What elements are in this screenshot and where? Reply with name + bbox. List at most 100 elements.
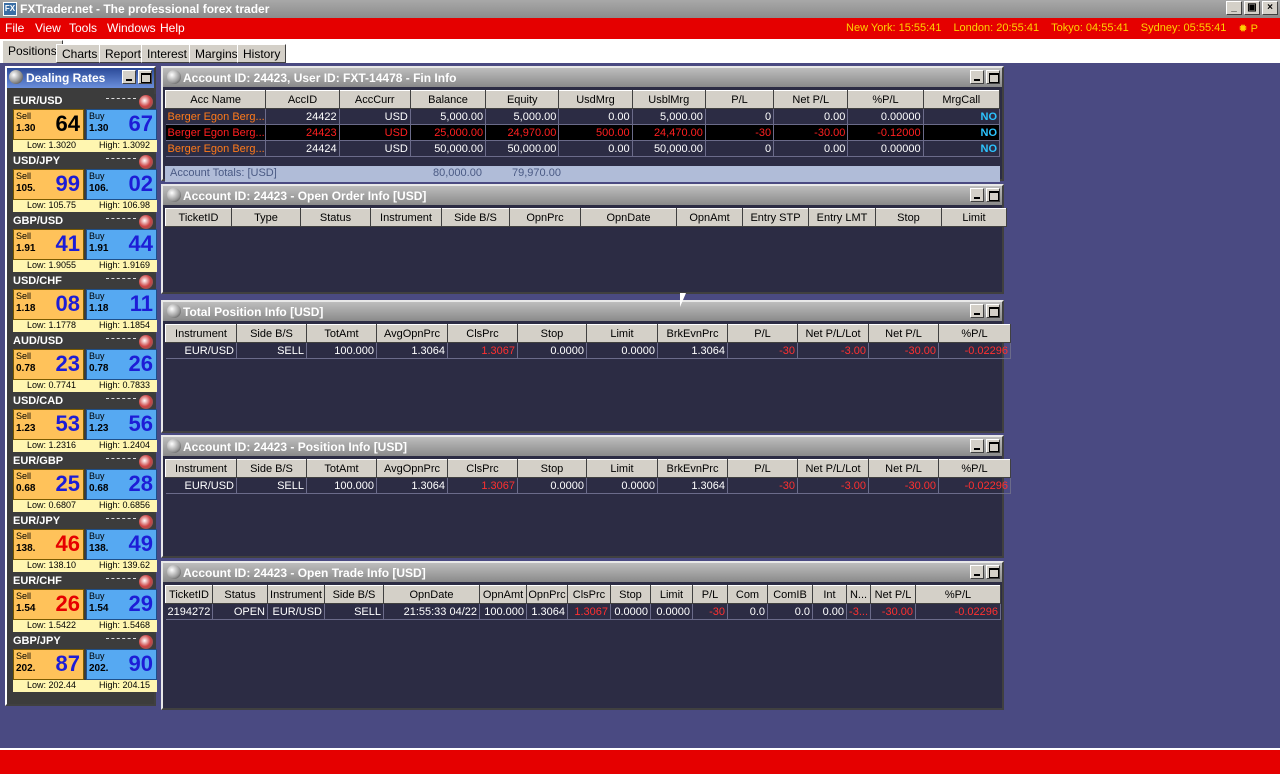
tab-report[interactable]: Report xyxy=(99,44,148,63)
pair-indicator-icon[interactable] xyxy=(139,635,153,649)
column-header[interactable]: Side B/S xyxy=(236,459,307,478)
column-header[interactable]: ComIB xyxy=(767,585,813,604)
table-row[interactable]: 2194272 OPEN EUR/USD SELL 21:55:33 04/22 100.… xyxy=(165,603,1001,620)
table-row[interactable]: Berger Egon Berg... 24422 USD 5,000.00 5,000… xyxy=(165,108,1001,125)
sell-button[interactable]: Sell 138. 46 xyxy=(13,529,84,560)
column-header[interactable]: OpnDate xyxy=(580,208,677,227)
column-header[interactable]: N... xyxy=(846,585,871,604)
maximize-icon[interactable] xyxy=(986,188,1000,202)
sell-button[interactable]: Sell 105. 99 xyxy=(13,169,84,200)
column-header[interactable]: P/L xyxy=(727,324,798,343)
pair-indicator-icon[interactable] xyxy=(139,575,153,589)
column-header[interactable]: Net P/L/Lot xyxy=(797,459,869,478)
minimize-icon[interactable] xyxy=(970,188,984,202)
menu-tools[interactable]: Tools xyxy=(69,21,97,35)
minimize-icon[interactable] xyxy=(970,70,984,84)
table-row[interactable]: EUR/USD SELL 100.000 1.3064 1.3067 0.0000 0.00… xyxy=(165,477,1011,494)
column-header[interactable]: Side B/S xyxy=(324,585,384,604)
buy-button[interactable]: Buy 138. 49 xyxy=(86,529,157,560)
column-header[interactable]: OpnAmt xyxy=(676,208,743,227)
sell-button[interactable]: Sell 1.30 64 xyxy=(13,109,84,140)
column-header[interactable]: AvgOpnPrc xyxy=(376,324,448,343)
menu-help[interactable]: Help xyxy=(160,21,185,35)
pair-indicator-icon[interactable] xyxy=(139,155,153,169)
column-header[interactable]: Acc Name xyxy=(164,90,267,109)
table-row[interactable]: Berger Egon Berg... 24424 USD 50,000.00 50,0… xyxy=(165,140,1001,157)
column-header[interactable]: Net P/L xyxy=(868,459,939,478)
column-header[interactable]: TotAmt xyxy=(306,324,377,343)
column-header[interactable]: OpnPrc xyxy=(526,585,568,604)
maximize-icon[interactable] xyxy=(138,70,152,84)
column-header[interactable]: Int xyxy=(812,585,847,604)
restore-button[interactable]: ▣ xyxy=(1244,1,1260,15)
column-header[interactable]: Net P/L/Lot xyxy=(797,324,869,343)
column-header[interactable]: OpnDate xyxy=(383,585,480,604)
column-header[interactable]: Stop xyxy=(875,208,942,227)
column-header[interactable]: Net P/L xyxy=(870,585,916,604)
column-header[interactable]: Equity xyxy=(485,90,560,109)
sell-button[interactable]: Sell 1.91 41 xyxy=(13,229,84,260)
buy-button[interactable]: Buy 1.91 44 xyxy=(86,229,157,260)
column-header[interactable]: UsdMrg xyxy=(558,90,633,109)
tab-history[interactable]: History xyxy=(237,44,287,63)
column-header[interactable]: Net P/L xyxy=(868,324,939,343)
pair-indicator-icon[interactable] xyxy=(139,395,153,409)
column-header[interactable]: MrgCall xyxy=(922,90,1001,109)
column-header[interactable]: %P/L xyxy=(938,324,1011,343)
buy-button[interactable]: Buy 1.30 67 xyxy=(86,109,157,140)
sell-button[interactable]: Sell 0.68 25 xyxy=(13,469,84,500)
column-header[interactable]: %P/L xyxy=(915,585,1001,604)
sell-button[interactable]: Sell 1.18 08 xyxy=(13,289,84,320)
buy-button[interactable]: Buy 1.18 11 xyxy=(86,289,157,320)
column-header[interactable]: Instrument xyxy=(267,585,325,604)
column-header[interactable]: OpnAmt xyxy=(479,585,527,604)
table-row[interactable]: EUR/USD SELL 100.000 1.3064 1.3067 0.0000 0.00… xyxy=(165,342,1011,359)
column-header[interactable]: P/L xyxy=(704,90,775,109)
menu-windows[interactable]: Windows xyxy=(107,21,156,35)
column-header[interactable]: BrkEvnPrc xyxy=(657,459,728,478)
column-header[interactable]: Stop xyxy=(517,459,587,478)
column-header[interactable]: ClsPrc xyxy=(567,585,611,604)
column-header[interactable]: BrkEvnPrc xyxy=(657,324,728,343)
column-header[interactable]: Status xyxy=(212,585,268,604)
tab-charts[interactable]: Charts xyxy=(56,44,104,63)
column-header[interactable]: Instrument xyxy=(165,324,237,343)
sell-button[interactable]: Sell 1.23 53 xyxy=(13,409,84,440)
pair-indicator-icon[interactable] xyxy=(139,455,153,469)
sell-button[interactable]: Sell 202. 87 xyxy=(13,649,84,680)
column-header[interactable]: UsblMrg xyxy=(631,90,706,109)
minimize-icon[interactable] xyxy=(122,70,136,84)
minimize-button[interactable]: _ xyxy=(1226,1,1242,15)
buy-button[interactable]: Buy 1.23 56 xyxy=(86,409,157,440)
column-header[interactable]: TicketID xyxy=(165,208,232,227)
column-header[interactable]: Stop xyxy=(610,585,651,604)
sell-button[interactable]: Sell 0.78 23 xyxy=(13,349,84,380)
buy-button[interactable]: Buy 1.54 29 xyxy=(86,589,157,620)
tab-margins[interactable]: Margins xyxy=(189,44,244,63)
pair-indicator-icon[interactable] xyxy=(139,95,153,109)
column-header[interactable]: Side B/S xyxy=(236,324,307,343)
column-header[interactable]: Instrument xyxy=(165,459,237,478)
column-header[interactable]: TicketID xyxy=(165,585,213,604)
minimize-icon[interactable] xyxy=(970,565,984,579)
column-header[interactable]: Status xyxy=(300,208,371,227)
buy-button[interactable]: Buy 0.78 26 xyxy=(86,349,157,380)
column-header[interactable]: Com xyxy=(727,585,768,604)
column-header[interactable]: AvgOpnPrc xyxy=(376,459,448,478)
column-header[interactable]: %P/L xyxy=(847,90,924,109)
buy-button[interactable]: Buy 106. 02 xyxy=(86,169,157,200)
column-header[interactable]: Balance xyxy=(409,90,487,109)
column-header[interactable]: ClsPrc xyxy=(447,459,518,478)
column-header[interactable]: TotAmt xyxy=(306,459,377,478)
pair-indicator-icon[interactable] xyxy=(139,275,153,289)
column-header[interactable]: Side B/S xyxy=(441,208,510,227)
table-row[interactable]: Berger Egon Berg... 24423 USD 25,000.00 24,9… xyxy=(165,124,1001,141)
column-header[interactable]: OpnPrc xyxy=(509,208,581,227)
column-header[interactable]: Limit xyxy=(941,208,1007,227)
column-header[interactable]: Instrument xyxy=(370,208,442,227)
column-header[interactable]: %P/L xyxy=(938,459,1011,478)
buy-button[interactable]: Buy 0.68 28 xyxy=(86,469,157,500)
close-button[interactable]: × xyxy=(1262,1,1278,15)
menu-view[interactable]: View xyxy=(35,21,61,35)
column-header[interactable]: Limit xyxy=(586,324,658,343)
